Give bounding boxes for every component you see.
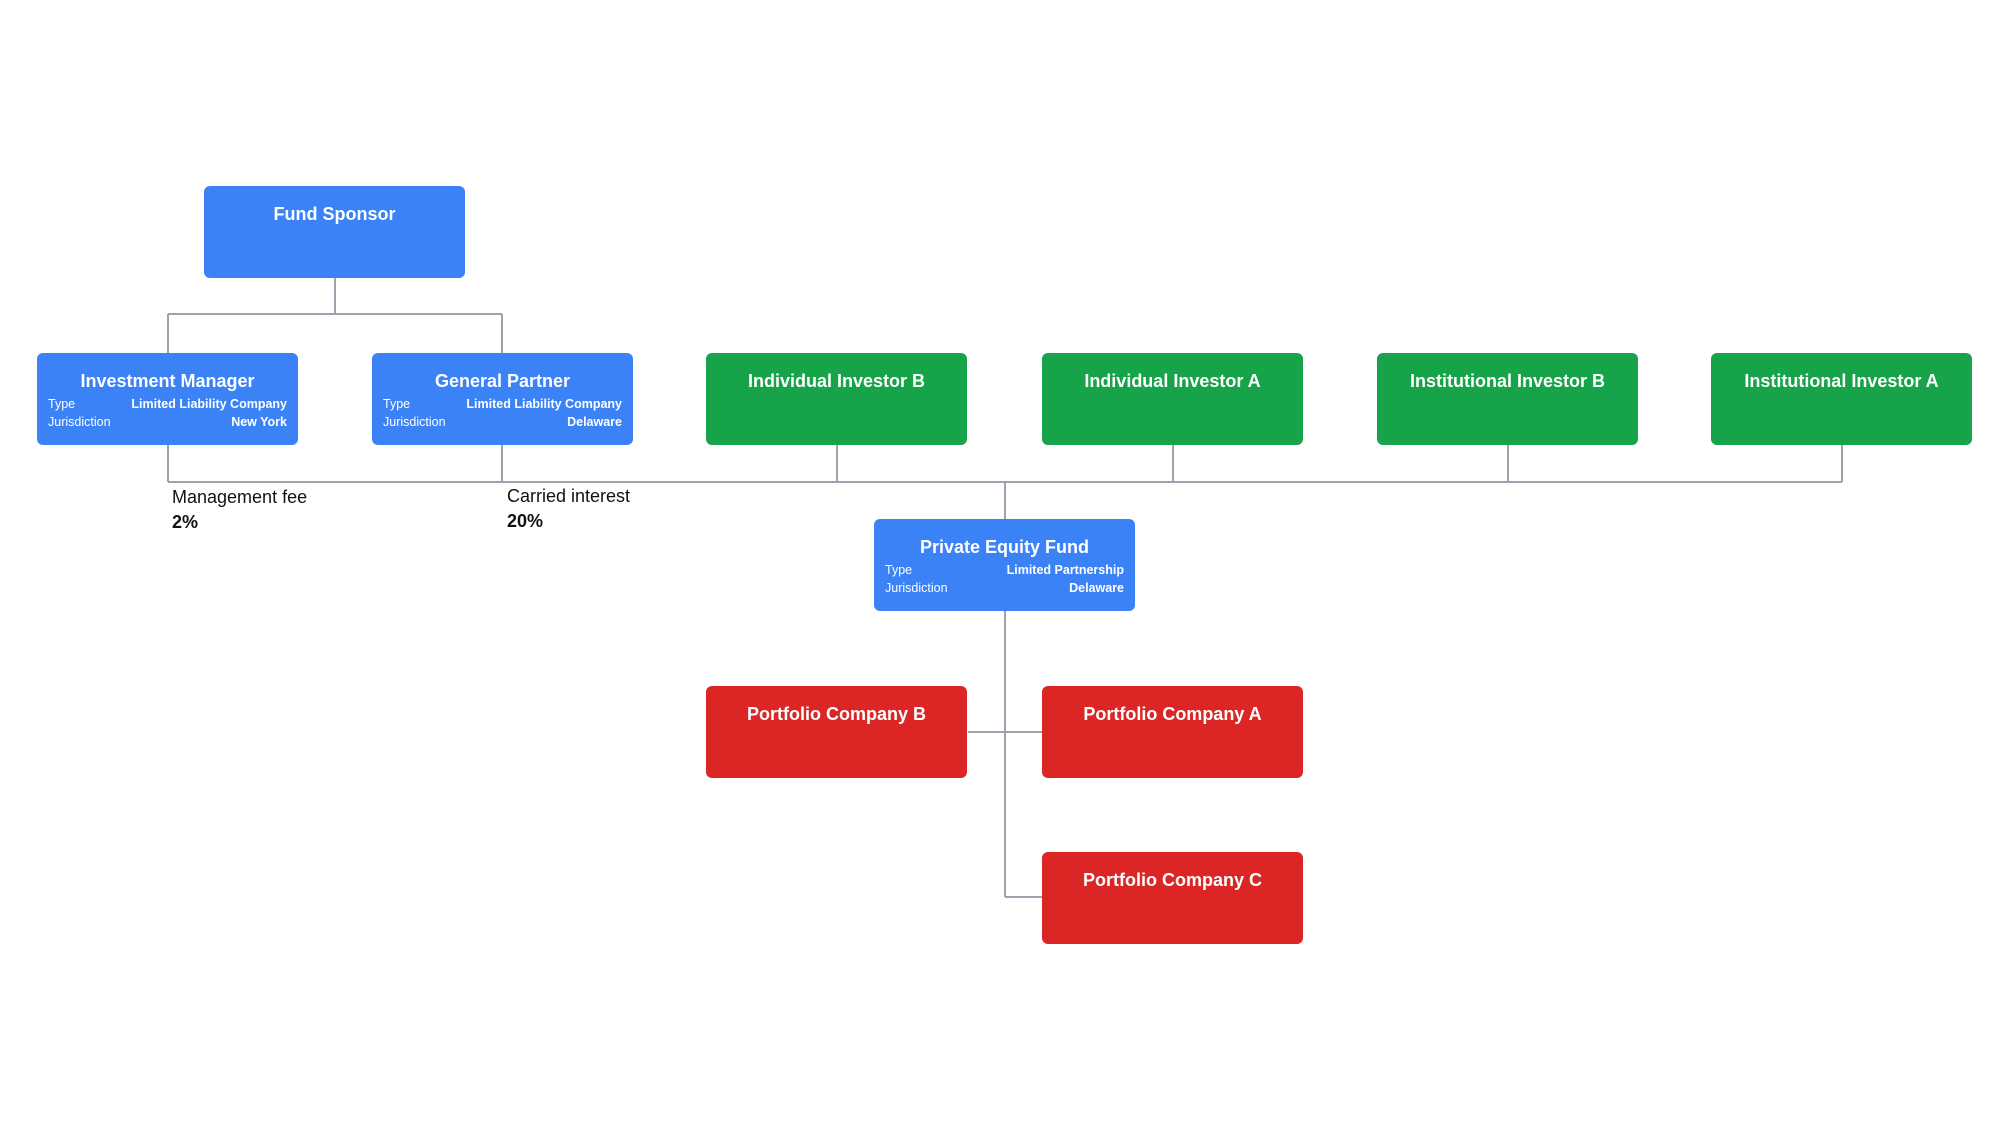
detail-label: Type: [383, 397, 411, 411]
detail-label: Jurisdiction: [383, 415, 446, 429]
node-investment-manager[interactable]: Investment Manager Type Limited Liability…: [37, 353, 298, 445]
node-title: Portfolio Company B: [747, 704, 926, 724]
edge-label-value: 20%: [507, 511, 544, 531]
detail-value: Delaware: [567, 415, 622, 429]
connector-sponsor: [167, 278, 503, 353]
node-individual-investor-a[interactable]: Individual Investor A: [1042, 353, 1303, 445]
node-title: Investment Manager: [80, 371, 255, 391]
node-fund-sponsor[interactable]: Fund Sponsor: [204, 186, 465, 278]
detail-value: Limited Liability Company: [131, 397, 287, 411]
node-portfolio-company-a[interactable]: Portfolio Company A: [1042, 686, 1303, 778]
node-private-equity-fund[interactable]: Private Equity Fund Type Limited Partners…: [874, 519, 1135, 611]
detail-value: Delaware: [1069, 581, 1124, 595]
detail-value: Limited Partnership: [1006, 563, 1124, 577]
detail-label: Jurisdiction: [48, 415, 111, 429]
node-title: Portfolio Company A: [1083, 704, 1262, 724]
detail-label: Type: [885, 563, 913, 577]
node-portfolio-company-b[interactable]: Portfolio Company B: [706, 686, 967, 778]
node-title: General Partner: [434, 371, 571, 391]
node-title: Fund Sponsor: [273, 204, 396, 224]
node-portfolio-company-c[interactable]: Portfolio Company C: [1042, 852, 1303, 944]
detail-label: Type: [48, 397, 76, 411]
node-title: Individual Investor B: [747, 371, 926, 391]
edge-label-carried-interest: Carried interest 20%: [507, 484, 630, 534]
edge-label-text: Carried interest: [507, 486, 631, 506]
node-individual-investor-b[interactable]: Individual Investor B: [706, 353, 967, 445]
connector-portfolio: [968, 611, 1042, 898]
node-general-partner[interactable]: General Partner Type Limited Liability Co…: [372, 353, 633, 445]
edge-label-value: 2%: [172, 512, 199, 532]
node-title: Private Equity Fund: [919, 537, 1090, 557]
node-title: Institutional Investor B: [1409, 371, 1605, 391]
edge-label-text: Management fee: [172, 487, 308, 507]
detail-value: Limited Liability Company: [466, 397, 622, 411]
node-institutional-investor-a[interactable]: Institutional Investor A: [1711, 353, 1972, 445]
node-title: Individual Investor A: [1084, 371, 1261, 391]
edge-label-management-fee: Management fee 2%: [172, 485, 307, 535]
node-institutional-investor-b[interactable]: Institutional Investor B: [1377, 353, 1638, 445]
detail-value: New York: [231, 415, 287, 429]
node-title: Institutional Investor A: [1744, 371, 1939, 391]
detail-label: Jurisdiction: [885, 581, 948, 595]
connector-investors-bus: [167, 445, 1843, 519]
node-title: Portfolio Company C: [1083, 870, 1262, 890]
